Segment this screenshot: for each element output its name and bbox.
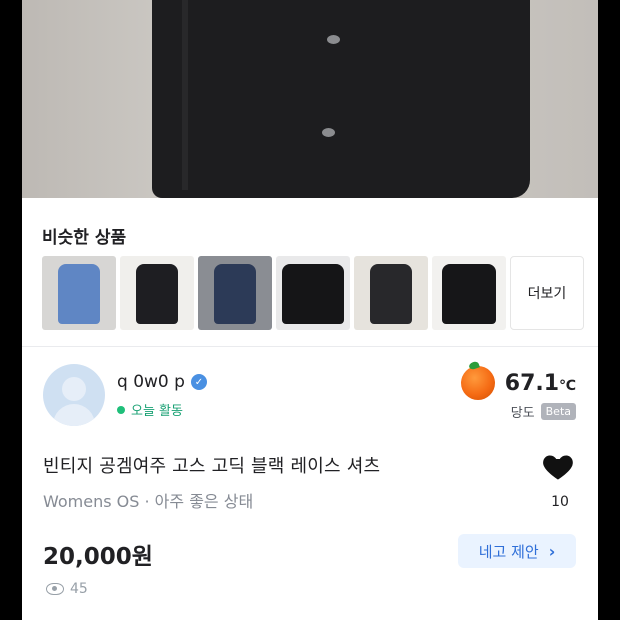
- item-subtitle: Womens OS · 아주 좋은 상태: [43, 492, 254, 511]
- manner-temperature[interactable]: 67.1℃: [460, 366, 576, 400]
- seller-name: q 0w0 p: [117, 372, 185, 392]
- persimmon-icon: [460, 366, 495, 400]
- black-blouse-icon: [442, 264, 496, 324]
- black-dress-icon: [136, 264, 178, 324]
- seller-activity: 오늘 활동: [117, 400, 183, 419]
- eye-icon: [46, 583, 64, 595]
- product-detail-screen: 비슷한 상품 더보기 q 0w0 p ✓ 오늘 활동 67.1℃ 당도 Beta…: [22, 0, 598, 620]
- denim-jacket-icon: [214, 264, 256, 324]
- similar-items-title: 비슷한 상품: [42, 228, 127, 248]
- manner-label-row: 당도 Beta: [511, 402, 576, 421]
- chevron-right-icon: ›: [548, 541, 556, 561]
- divider: [22, 346, 598, 347]
- item-title: 빈티지 공겜여주 고스 고딕 블랙 레이스 셔츠: [43, 456, 381, 477]
- product-image[interactable]: [22, 0, 598, 198]
- manner-label: 당도: [510, 406, 535, 421]
- similar-item-thumbnail[interactable]: [120, 256, 194, 330]
- like-count: 10: [551, 494, 569, 510]
- view-count-row: 45: [46, 581, 88, 597]
- verified-badge-icon: ✓: [190, 374, 207, 390]
- offer-button-label: 네고 제안: [478, 542, 539, 561]
- similar-item-thumbnail[interactable]: [276, 256, 350, 330]
- activity-label: 오늘 활동: [131, 404, 183, 419]
- seller-name-row[interactable]: q 0w0 p ✓: [117, 372, 207, 392]
- similar-item-thumbnail[interactable]: [42, 256, 116, 330]
- offer-button[interactable]: 네고 제안 ›: [458, 534, 576, 568]
- black-lace-dress-icon: [370, 264, 412, 324]
- temperature-value: 67.1℃: [504, 370, 576, 396]
- more-button[interactable]: 더보기: [510, 256, 584, 330]
- view-count: 45: [70, 581, 88, 597]
- beta-badge: Beta: [540, 403, 576, 420]
- similar-items-list: 더보기: [42, 256, 584, 330]
- online-dot-icon: [117, 405, 125, 414]
- blue-denim-dress-icon: [58, 264, 100, 324]
- similar-item-thumbnail[interactable]: [432, 256, 506, 330]
- similar-item-thumbnail[interactable]: [198, 256, 272, 330]
- black-shirt-icon: [282, 264, 344, 324]
- similar-item-thumbnail[interactable]: [354, 256, 428, 330]
- seller-avatar[interactable]: [43, 364, 105, 426]
- heart-icon[interactable]: [540, 448, 576, 484]
- price: 20,000원: [43, 544, 153, 570]
- black-shirt-photo: [152, 0, 530, 198]
